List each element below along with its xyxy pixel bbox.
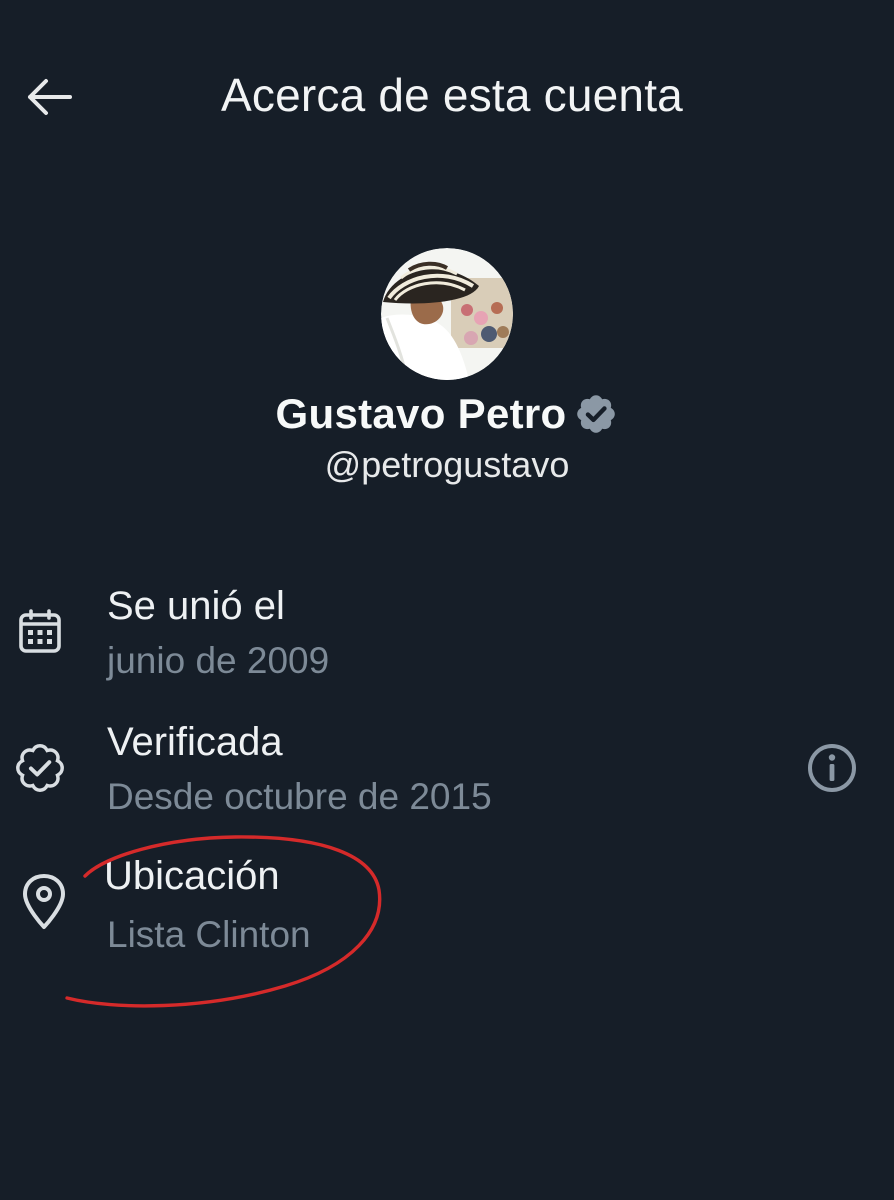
location-label: Ubicación: [104, 854, 280, 898]
verified-outline-icon: [16, 744, 64, 792]
joined-label: Se unió el: [107, 584, 285, 628]
header-bar: Acerca de esta cuenta: [0, 0, 894, 190]
location-pin-icon: [23, 874, 65, 929]
name-row[interactable]: Gustavo Petro: [276, 390, 619, 438]
user-handle[interactable]: @petrogustavo: [325, 444, 570, 486]
joined-icon-slot: [12, 604, 68, 660]
verified-label: Verificada: [107, 720, 283, 764]
profile-photo: [381, 248, 513, 380]
verified-icon-slot: [12, 740, 68, 796]
page-title: Acerca de esta cuenta: [221, 69, 683, 121]
location-row: Ubicación Lista Clinton: [0, 850, 894, 970]
joined-row: Se unió el junio de 2009: [0, 580, 894, 700]
location-value: Lista Clinton: [107, 914, 311, 955]
verified-row: Verificada Desde octubre de 2015: [0, 716, 894, 836]
location-icon-slot: [16, 874, 72, 930]
info-icon: [808, 744, 856, 792]
display-name: Gustavo Petro: [275, 390, 567, 437]
verified-value: Desde octubre de 2015: [107, 776, 492, 817]
profile-summary: Gustavo Petro @petrogustavo: [0, 248, 894, 486]
joined-value: junio de 2009: [107, 640, 330, 681]
avatar[interactable]: [381, 248, 513, 380]
verified-info-button[interactable]: [804, 740, 860, 796]
verified-badge-icon: [577, 395, 616, 433]
calendar-icon: [19, 609, 61, 653]
